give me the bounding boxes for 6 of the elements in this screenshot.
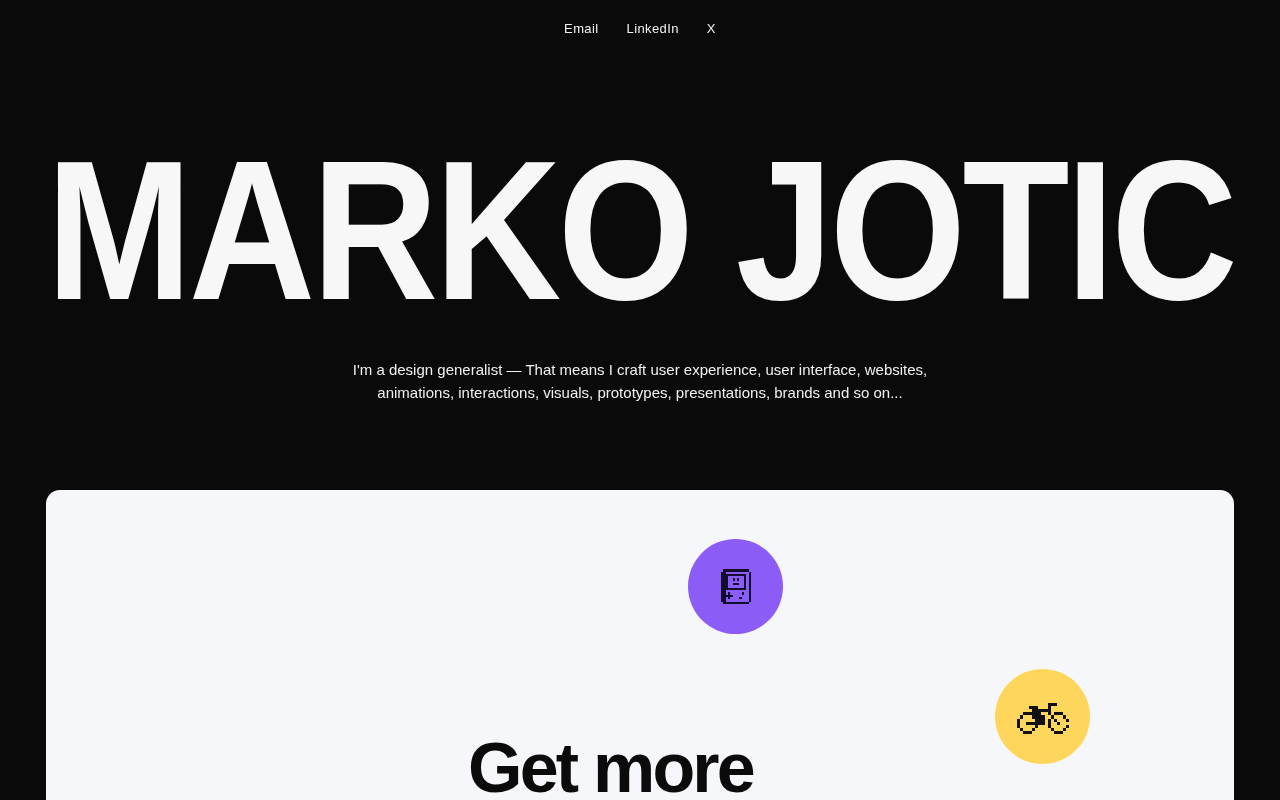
nav-link[interactable]: LinkedIn — [626, 19, 679, 39]
nav-link[interactable]: X — [706, 19, 716, 39]
hero-title: MARKO JOTIC — [44, 132, 1236, 330]
nav-link[interactable]: Email — [564, 19, 599, 39]
section-heading: Get more — [468, 740, 755, 796]
intro-paragraph: I'm a design generalist — That means I craft user experience, user interface, websites, animations, interactions, visuals, prototypes, presentations, brands and so on... — [351, 360, 929, 403]
